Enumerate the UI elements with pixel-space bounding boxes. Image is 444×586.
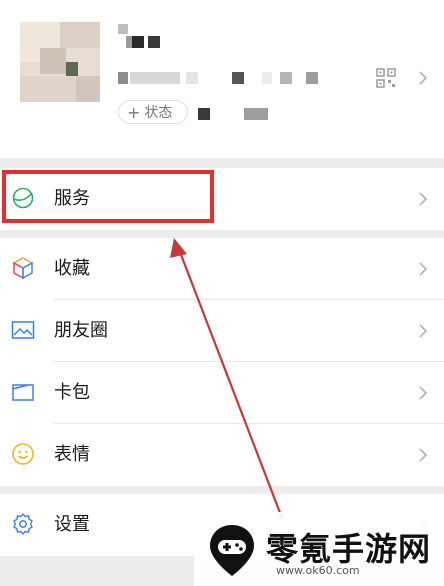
chevron-right-icon [419,324,428,338]
menu-item-stickers[interactable]: 表情 [0,424,444,486]
avatar[interactable] [20,22,100,102]
add-status-button[interactable]: + 状态 [118,100,188,124]
profile-header[interactable]: + 状态 [0,0,444,158]
gear-icon [13,513,33,535]
chevron-right-icon [419,262,428,276]
avatar-pixel [66,62,78,76]
favorites-cube-icon [12,257,34,280]
menu-label: 卡包 [54,382,90,403]
avatar-pixel [40,48,66,74]
status-label: 状态 [144,105,173,121]
chevron-right-icon [419,448,428,462]
plus-icon: + [127,102,141,122]
highlight-box [2,170,214,223]
chevron-right-icon [419,71,428,85]
chevron-right-icon [419,386,428,400]
menu-label: 设置 [54,514,90,535]
menu-item-cards[interactable]: 卡包 [0,362,444,424]
card-wallet-icon [12,384,34,401]
watermark-url: www.ok60.com [276,564,360,577]
site-watermark: 零氪手游网 www.ok60.com [194,512,444,586]
moments-image-icon [11,321,35,339]
menu-item-favorites[interactable]: 收藏 [0,238,444,300]
qr-code-icon[interactable] [376,68,396,88]
gamepad-logo-icon [210,525,254,576]
menu-label: 朋友圈 [54,320,108,341]
menu-label: 表情 [54,444,90,465]
menu-item-moments[interactable]: 朋友圈 [0,300,444,362]
chevron-right-icon [419,192,428,206]
avatar-pixel [60,22,100,48]
menu-label: 收藏 [54,258,90,279]
smiley-face-icon [12,443,34,465]
avatar-pixel [76,76,100,102]
